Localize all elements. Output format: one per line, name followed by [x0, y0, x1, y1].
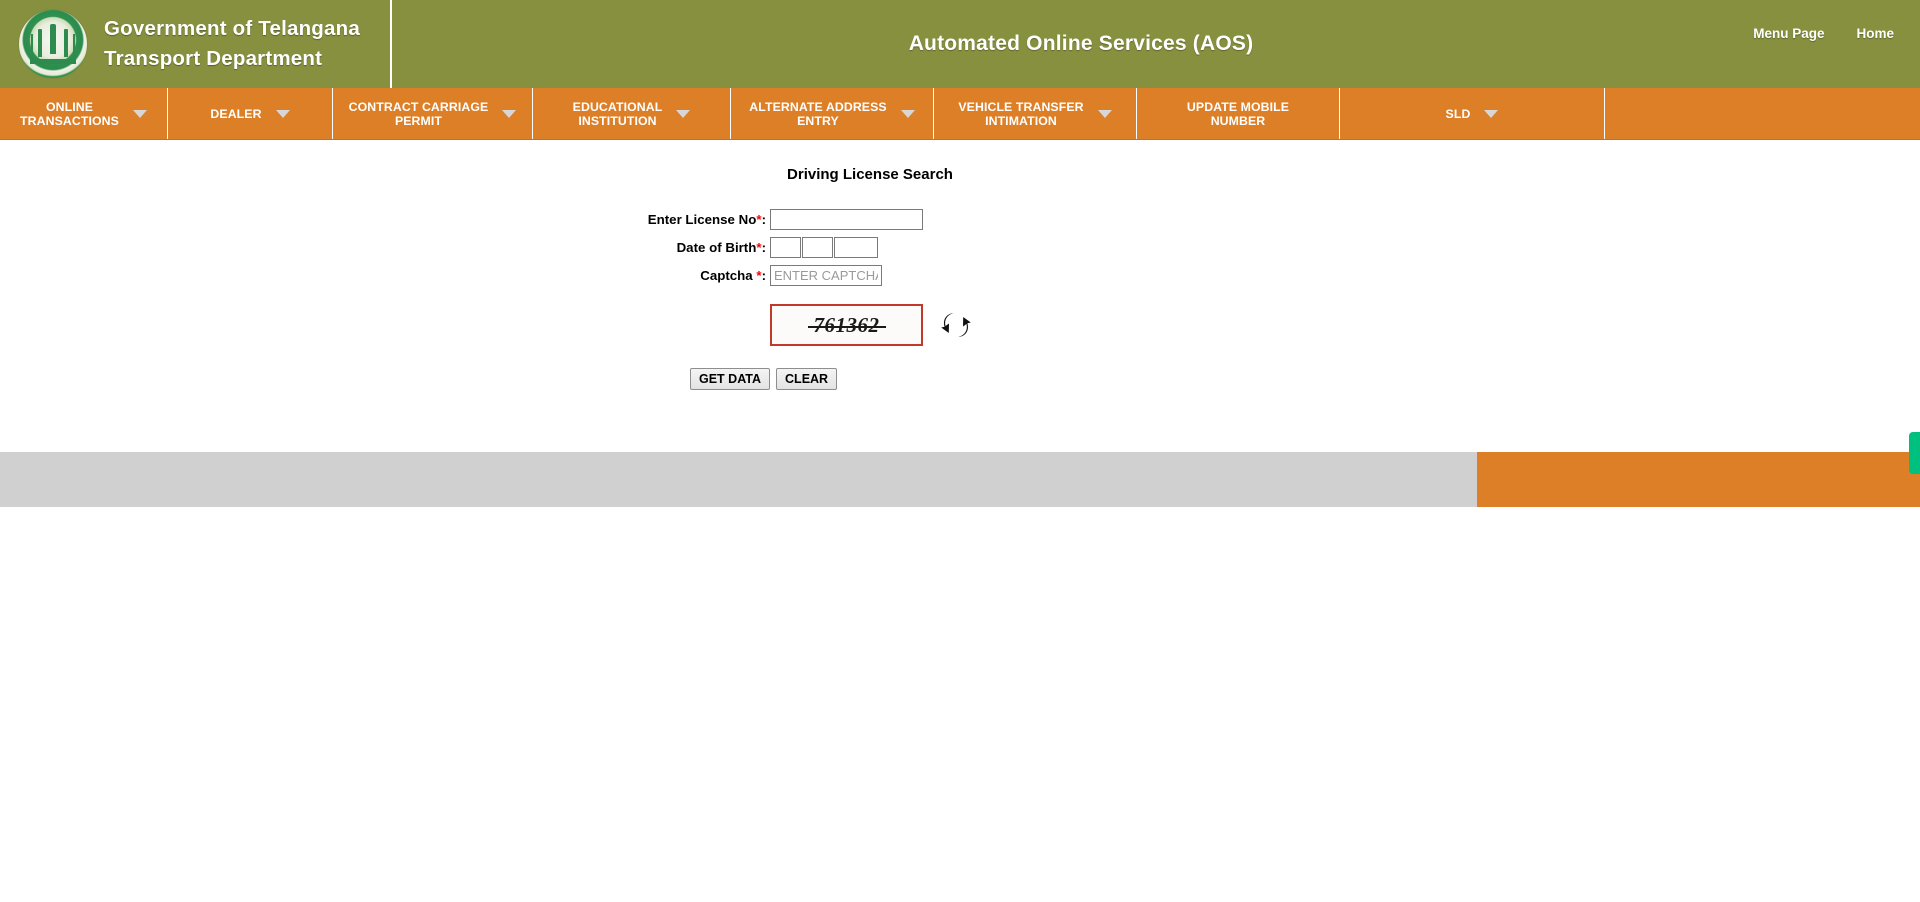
nav-label: SLD — [1445, 106, 1471, 121]
chevron-down-icon[interactable] — [275, 109, 290, 118]
page-header: Government of Telangana Transport Depart… — [0, 0, 1920, 88]
telangana-state-emblem-icon — [18, 9, 88, 79]
chevron-down-icon[interactable] — [502, 109, 517, 118]
side-tab-handle[interactable] — [1909, 432, 1920, 474]
refresh-captcha-icon[interactable] — [939, 308, 973, 342]
page-footer — [0, 452, 1920, 507]
chevron-down-icon[interactable] — [676, 109, 691, 118]
nav-item-online-transactions[interactable]: ONLINE TRANSACTIONS — [0, 88, 168, 139]
nav-item-educational-institution[interactable]: EDUCATIONAL INSTITUTION — [533, 88, 731, 139]
captcha-label-text: Captcha — [700, 268, 757, 283]
chevron-down-icon[interactable] — [132, 109, 147, 118]
label-colon: : — [761, 268, 766, 283]
nav-item-dealer[interactable]: DEALER — [168, 88, 333, 139]
nav-label: VEHICLE TRANSFER INTIMATION — [958, 99, 1084, 128]
nav-label: ONLINE TRANSACTIONS — [20, 99, 119, 128]
footer-right-orange-bar — [1477, 452, 1920, 507]
nav-label: EDUCATIONAL INSTITUTION — [572, 99, 663, 128]
brand-block: Government of Telangana Transport Depart… — [0, 0, 392, 88]
brand-line-1: Government of Telangana — [104, 17, 360, 41]
captcha-image: 761362 — [770, 304, 923, 346]
page-title: Driving License Search — [787, 166, 953, 183]
brand-text: Government of Telangana Transport Depart… — [104, 14, 360, 73]
date-of-birth-label: Date of Birth*: — [0, 240, 770, 255]
chevron-down-icon[interactable] — [1484, 109, 1499, 118]
nav-item-contract-carriage-permit[interactable]: CONTRACT CARRIAGE PERMIT — [333, 88, 533, 139]
dob-year-input[interactable] — [834, 237, 878, 258]
dob-month-input[interactable] — [802, 237, 833, 258]
license-no-label: Enter License No*: — [0, 212, 770, 227]
captcha-field-wrap — [770, 265, 1920, 286]
captcha-image-text: 761362 — [807, 312, 886, 337]
dob-day-input[interactable] — [770, 237, 801, 258]
form-buttons: GET DATA CLEAR — [690, 368, 1920, 390]
header-links: Menu Page Home — [1753, 26, 1894, 41]
captcha-input[interactable] — [770, 265, 882, 286]
nav-label: CONTRACT CARRIAGE PERMIT — [348, 99, 489, 128]
captcha-label: Captcha *: — [0, 268, 770, 283]
page-title-header: Automated Online Services (AOS) — [908, 32, 1254, 55]
driving-license-search-form: Enter License No*: Date of Birth*: Captc… — [0, 209, 1920, 390]
footer-left-gray-bar — [0, 452, 1477, 507]
label-colon: : — [761, 212, 766, 227]
home-link[interactable]: Home — [1856, 26, 1894, 41]
get-data-button[interactable]: GET DATA — [690, 368, 771, 390]
license-no-input[interactable] — [770, 209, 923, 230]
chevron-down-icon[interactable] — [900, 109, 915, 118]
nav-label: DEALER — [210, 106, 262, 121]
clear-button[interactable]: CLEAR — [776, 368, 838, 390]
license-no-field-wrap — [770, 209, 1920, 230]
brand-line-2: Transport Department — [104, 47, 323, 70]
main-content: Driving License Search Enter License No*… — [0, 140, 1920, 390]
nav-item-alternate-address-entry[interactable]: ALTERNATE ADDRESS ENTRY — [731, 88, 934, 139]
nav-label: ALTERNATE ADDRESS ENTRY — [749, 99, 887, 128]
chevron-down-icon[interactable] — [1097, 109, 1112, 118]
menu-page-link[interactable]: Menu Page — [1753, 26, 1824, 41]
nav-item-update-mobile-number[interactable]: UPDATE MOBILE NUMBER — [1137, 88, 1340, 139]
license-no-label-text: Enter License No — [647, 212, 757, 227]
date-of-birth-label-text: Date of Birth — [676, 240, 757, 255]
captcha-image-row: 761362 — [770, 304, 1920, 346]
label-colon: : — [761, 240, 766, 255]
nav-label: UPDATE MOBILE NUMBER — [1186, 99, 1290, 128]
nav-item-vehicle-transfer-intimation[interactable]: VEHICLE TRANSFER INTIMATION — [934, 88, 1137, 139]
nav-item-sld[interactable]: SLD — [1340, 88, 1605, 139]
date-of-birth-field-wrap — [770, 237, 1920, 258]
main-navigation: ONLINE TRANSACTIONS DEALER CONTRACT CARR… — [0, 88, 1920, 140]
